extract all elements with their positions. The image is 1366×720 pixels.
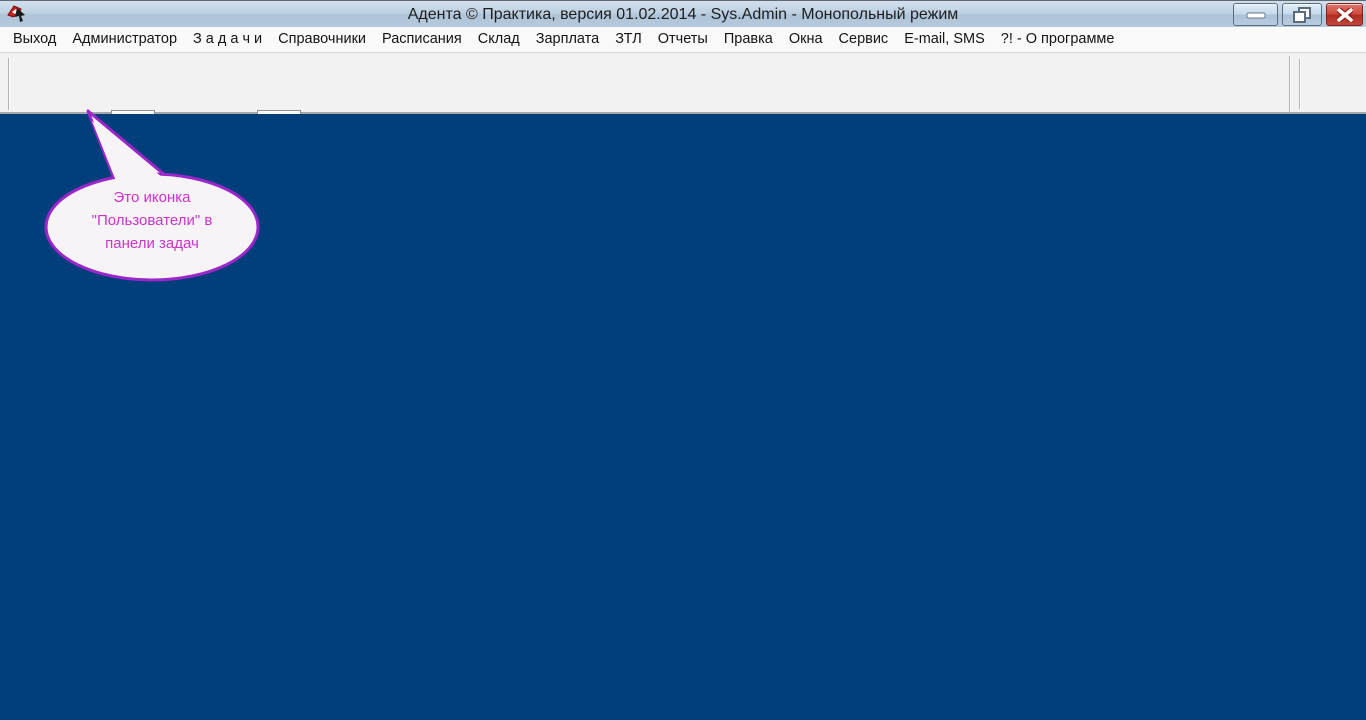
window-title: Адента © Практика, версия 01.02.2014 - S… [407, 6, 959, 23]
minimize-button[interactable] [1233, 3, 1278, 26]
menu-item-service[interactable]: Сервис [831, 27, 897, 52]
minimize-icon [1246, 12, 1265, 18]
callout-line: панели задач [105, 235, 199, 252]
menu-item-reports[interactable]: Отчеты [650, 27, 716, 52]
restore-button[interactable] [1282, 3, 1322, 26]
menu-item-exit[interactable]: Выход [5, 27, 64, 52]
restore-icon [1293, 6, 1311, 23]
callout-text: Это иконка "Пользователи" в панели задач [57, 186, 247, 255]
menu-item-email-sms[interactable]: E-mail, SMS [896, 27, 993, 52]
titlebar[interactable]: Адента © Практика, версия 01.02.2014 - S… [0, 0, 1366, 27]
menu-item-about[interactable]: ?! - О программе [993, 27, 1123, 52]
menu-item-edit[interactable]: Правка [716, 27, 781, 52]
menu-item-ztl[interactable]: ЗТЛ [607, 27, 650, 52]
close-button[interactable] [1326, 3, 1363, 26]
toolbar-separator [1289, 56, 1291, 112]
menu-item-salary[interactable]: Зарплата [528, 27, 608, 52]
menu-item-tasks[interactable]: З а д а ч и [185, 27, 270, 52]
menubar: Выход Администратор З а д а ч и Справочн… [0, 27, 1366, 53]
menu-item-directories[interactable]: Справочники [270, 27, 374, 52]
menu-item-warehouse[interactable]: Склад [470, 27, 528, 52]
menu-item-schedules[interactable]: Расписания [374, 27, 470, 52]
app-window: Адента © Практика, версия 01.02.2014 - S… [0, 0, 1366, 720]
toolbar-grip[interactable] [8, 58, 10, 110]
menu-item-administrator[interactable]: Администратор [64, 27, 185, 52]
callout-line: Это иконка [113, 189, 191, 206]
menu-item-windows[interactable]: Окна [781, 27, 831, 52]
callout-line: "Пользователи" в [91, 212, 213, 229]
toolbar-grip-2[interactable] [1299, 59, 1301, 109]
workspace-background: Это иконка "Пользователи" в панели задач [0, 109, 1366, 720]
close-icon [1336, 7, 1353, 22]
